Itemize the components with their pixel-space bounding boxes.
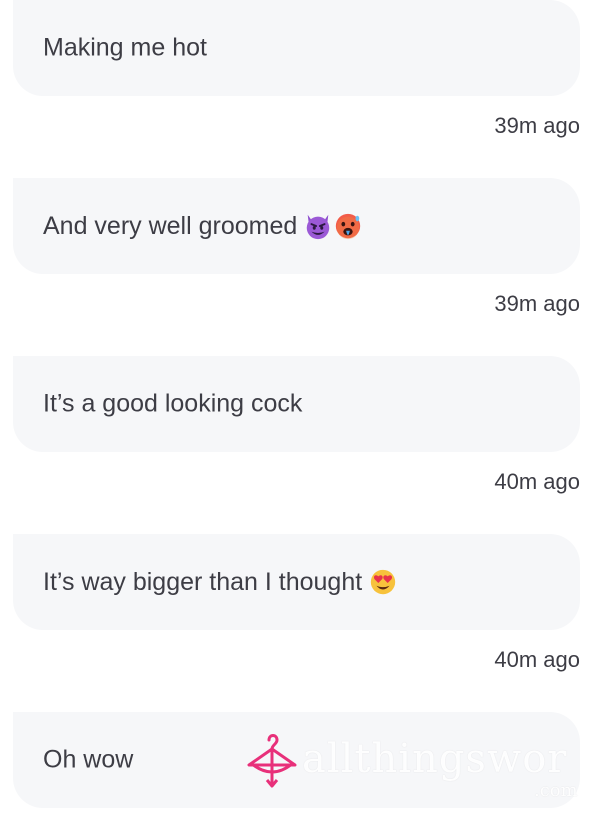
message-text: Making me hot: [43, 34, 207, 63]
message-thread: Making me hot 39m ago And very well groo…: [0, 0, 600, 815]
hot-face-emoji: [336, 213, 361, 240]
message-timestamp: 40m ago: [494, 647, 580, 672]
message-body: And very well groomed: [43, 211, 298, 240]
message-bubble[interactable]: Oh wow: [13, 712, 580, 808]
message-timestamp: 39m ago: [494, 113, 580, 138]
message-text: It’s way bigger than I thought: [43, 567, 398, 597]
message-text: Oh wow: [43, 746, 133, 775]
message-body: Making me hot: [43, 33, 207, 62]
message-bubble[interactable]: It’s way bigger than I thought: [13, 534, 580, 630]
smiling-devil-emoji: [307, 214, 330, 240]
message-bubble[interactable]: It’s a good looking cock: [13, 356, 580, 452]
message-text: It’s a good looking cock: [43, 390, 302, 419]
message-timestamp: 40m ago: [494, 469, 580, 494]
message-body: It’s way bigger than I thought: [43, 567, 363, 596]
message-text: And very well groomed: [43, 211, 363, 241]
message-body: Oh wow: [43, 745, 134, 774]
message-body: It’s a good looking cock: [43, 389, 303, 418]
message-bubble[interactable]: Making me hot: [13, 0, 580, 96]
message-bubble[interactable]: And very well groomed: [13, 178, 580, 274]
message-timestamp: 39m ago: [494, 291, 580, 316]
heart-eyes-emoji: [371, 569, 396, 595]
